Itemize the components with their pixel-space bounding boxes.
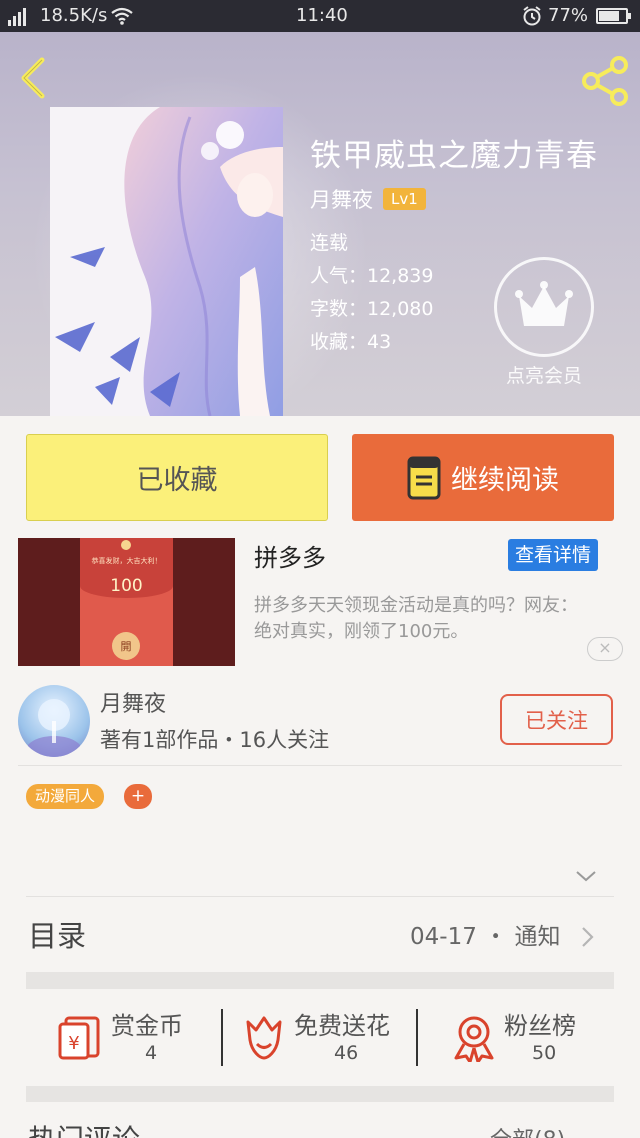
book-info: 连载 人气：12,839 字数：12,080 收藏：43 bbox=[310, 227, 433, 359]
divider bbox=[18, 765, 622, 766]
level-badge: Lv1 bbox=[383, 188, 426, 210]
stat-label: 赏金币 bbox=[111, 1012, 183, 1040]
book-author[interactable]: 月舞夜 bbox=[310, 184, 373, 214]
continue-reading-label: 继续阅读 bbox=[451, 465, 559, 496]
stat-label: 免费送花 bbox=[294, 1012, 390, 1040]
wifi-icon bbox=[111, 7, 133, 25]
signal-icon bbox=[8, 6, 26, 26]
ad-title[interactable]: 拼多多 bbox=[254, 538, 326, 573]
tag-item[interactable]: 动漫同人 bbox=[26, 784, 105, 809]
ad-detail-button[interactable]: 查看详情 bbox=[508, 539, 599, 571]
catalog-latest[interactable]: 04-17 ・ 通知 bbox=[410, 917, 560, 951]
ad-image[interactable]: 恭喜发财，大吉大利！ 100 開 bbox=[18, 538, 235, 666]
reward-coin-icon: ¥ bbox=[58, 1016, 100, 1060]
vip-label: 点亮会员 bbox=[505, 365, 582, 387]
author-name[interactable]: 月舞夜 bbox=[100, 686, 166, 718]
book-icon bbox=[407, 456, 441, 499]
stat-divider bbox=[221, 1009, 223, 1066]
chevron-right-icon[interactable] bbox=[578, 924, 596, 950]
author-meta: 著有1部作品・16人关注 bbox=[100, 728, 330, 752]
back-icon[interactable] bbox=[14, 54, 54, 102]
ad-description[interactable]: 拼多多天天领现金活动是真的吗？网友：绝对真实，刚领了100元。 bbox=[254, 593, 594, 645]
svg-text:¥: ¥ bbox=[68, 1033, 79, 1054]
stat-free-flowers[interactable]: 免费送花 46 bbox=[242, 1006, 412, 1070]
ad-close-button[interactable]: × bbox=[587, 637, 623, 661]
follow-button[interactable]: 已关注 bbox=[500, 694, 613, 745]
network-speed: 18.5K/s bbox=[40, 5, 108, 26]
flower-icon bbox=[246, 1016, 282, 1060]
stat-divider bbox=[416, 1009, 418, 1066]
battery-percent: 77% bbox=[548, 5, 589, 26]
stat-label: 粉丝榜 bbox=[504, 1012, 576, 1040]
favorited-button[interactable]: 已收藏 bbox=[26, 434, 328, 521]
fan-rank-medal-icon bbox=[454, 1016, 494, 1062]
hot-comments-title: 热门评论 bbox=[28, 1118, 140, 1138]
all-comments-link[interactable]: 全部(8) bbox=[490, 1122, 565, 1138]
book-favorites: 收藏：43 bbox=[310, 331, 392, 353]
stat-value: 50 bbox=[532, 1042, 557, 1064]
ad-image-open-button: 開 bbox=[112, 632, 140, 660]
continue-reading-button[interactable]: 继续阅读 bbox=[352, 434, 614, 521]
author-avatar[interactable] bbox=[18, 685, 90, 757]
section-separator bbox=[26, 1086, 614, 1102]
section-separator bbox=[26, 972, 614, 989]
book-author-line: 月舞夜 Lv1 bbox=[310, 184, 426, 214]
vip-button[interactable]: 点亮会员 bbox=[492, 257, 596, 388]
divider bbox=[26, 896, 614, 897]
book-word-count: 字数：12,080 bbox=[310, 298, 434, 320]
ad-image-greeting: 恭喜发财，大吉大利！ bbox=[91, 557, 162, 565]
book-popularity: 人气：12,839 bbox=[310, 265, 434, 287]
book-header: 铁甲威虫之魔力青春 月舞夜 Lv1 连载 人气：12,839 字数：12,080… bbox=[0, 32, 640, 416]
book-title: 铁甲威虫之魔力青春 bbox=[310, 138, 598, 174]
stat-fan-ranking[interactable]: 粉丝榜 50 bbox=[452, 1006, 592, 1070]
add-tag-button[interactable]: + bbox=[124, 784, 152, 809]
battery-icon bbox=[596, 8, 631, 24]
clock: 11:40 bbox=[296, 5, 348, 26]
vip-circle bbox=[494, 257, 594, 357]
catalog-label[interactable]: 目录 bbox=[28, 913, 86, 955]
crown-icon bbox=[515, 281, 573, 326]
share-icon[interactable] bbox=[578, 54, 632, 108]
book-cover[interactable] bbox=[50, 107, 283, 416]
favorited-label: 已收藏 bbox=[136, 465, 218, 496]
ad-image-amount: 100 bbox=[110, 576, 143, 596]
follow-label: 已关注 bbox=[525, 708, 588, 733]
book-status: 连载 bbox=[310, 232, 349, 254]
chevron-down-icon[interactable] bbox=[574, 866, 598, 886]
status-bar: 18.5K/s 11:40 77% bbox=[0, 0, 640, 32]
alarm-icon bbox=[523, 6, 541, 26]
stat-reward-coins[interactable]: ¥ 赏金币 4 bbox=[58, 1006, 208, 1070]
stat-value: 46 bbox=[334, 1042, 359, 1064]
stat-value: 4 bbox=[145, 1042, 158, 1064]
